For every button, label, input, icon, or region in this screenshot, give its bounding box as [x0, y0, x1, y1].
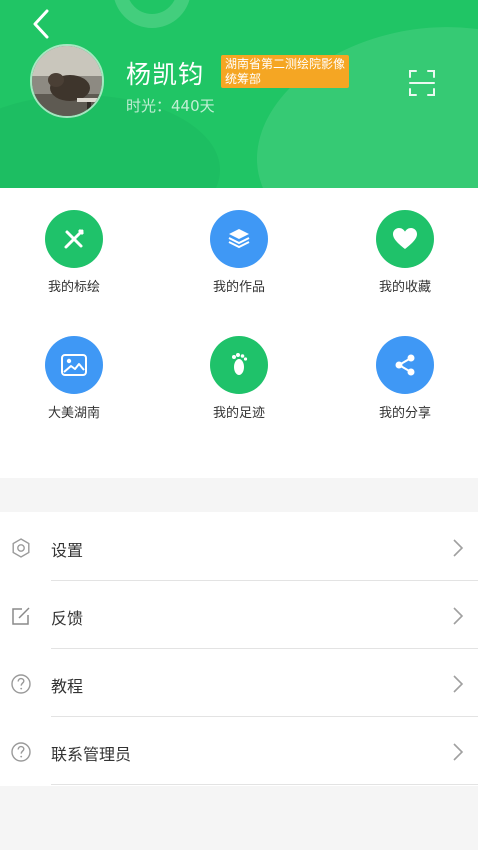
chevron-right-icon — [453, 539, 464, 557]
user-name: 杨凯钧 — [126, 60, 205, 89]
chevron-right-icon — [453, 743, 464, 761]
grid-icon-bg — [45, 210, 103, 268]
menu-label: 教程 — [51, 677, 84, 696]
heart-icon — [393, 228, 417, 249]
grid-icon-bg — [376, 210, 434, 268]
time-value: 440天 — [171, 97, 215, 115]
grid-item-my-footprints[interactable]: 我的足迹 — [179, 336, 299, 436]
menu-item-contact-admin[interactable]: 联系管理员 — [0, 717, 478, 785]
help-icon — [11, 674, 31, 694]
menu-label: 联系管理员 — [51, 745, 132, 764]
menu-label: 设置 — [51, 541, 84, 560]
chevron-left-icon — [33, 9, 49, 39]
grid-label: 我的足迹 — [212, 406, 265, 421]
header-decoration-ring — [113, 0, 191, 28]
profile-header: 杨凯钧 湖南省第二测绘院影像统筹部 时光：440天 — [0, 0, 478, 188]
grid-label: 大美湖南 — [47, 406, 100, 421]
grid-item-beautiful-hunan[interactable]: 大美湖南 — [14, 336, 134, 436]
grid-label: 我的作品 — [212, 280, 265, 295]
grid-icon-bg — [210, 210, 268, 268]
chevron-right-icon — [453, 607, 464, 625]
pencil-ruler-icon — [64, 229, 84, 249]
landscape-image-icon — [61, 354, 87, 376]
scan-icon — [409, 70, 435, 96]
menu-item-tutorial[interactable]: 教程 — [0, 649, 478, 717]
grid-icon-bg — [376, 336, 434, 394]
scan-button[interactable] — [406, 67, 438, 99]
back-button[interactable] — [26, 6, 56, 42]
grid-icon-bg — [45, 336, 103, 394]
organization-badge: 湖南省第二测绘院影像统筹部 — [221, 55, 349, 88]
grid-item-my-favorites[interactable]: 我的收藏 — [345, 210, 465, 310]
stack-icon — [228, 229, 250, 249]
bottom-spacer — [0, 786, 478, 850]
row-divider — [51, 784, 478, 785]
share-icon — [395, 354, 415, 376]
grid-label: 我的分享 — [378, 406, 431, 421]
grid-icon-bg — [210, 336, 268, 394]
section-divider — [0, 478, 478, 512]
avatar[interactable] — [30, 44, 104, 118]
grid-item-my-shares[interactable]: 我的分享 — [345, 336, 465, 436]
chevron-right-icon — [453, 675, 464, 693]
menu-item-settings[interactable]: 设置 — [0, 513, 478, 581]
edit-icon — [12, 607, 30, 625]
menu-item-feedback[interactable]: 反馈 — [0, 581, 478, 649]
grid-item-my-plotting[interactable]: 我的标绘 — [14, 210, 134, 310]
grid-item-my-works[interactable]: 我的作品 — [179, 210, 299, 310]
header-decoration — [235, 0, 478, 188]
time-line: 时光：440天 — [126, 95, 215, 116]
menu-label: 反馈 — [51, 609, 84, 628]
footprint-icon — [232, 353, 248, 375]
gear-icon — [12, 538, 30, 558]
grid-label: 我的标绘 — [47, 280, 100, 295]
time-label: 时光： — [126, 97, 172, 115]
grid-label: 我的收藏 — [378, 280, 431, 295]
help-icon — [11, 742, 31, 762]
